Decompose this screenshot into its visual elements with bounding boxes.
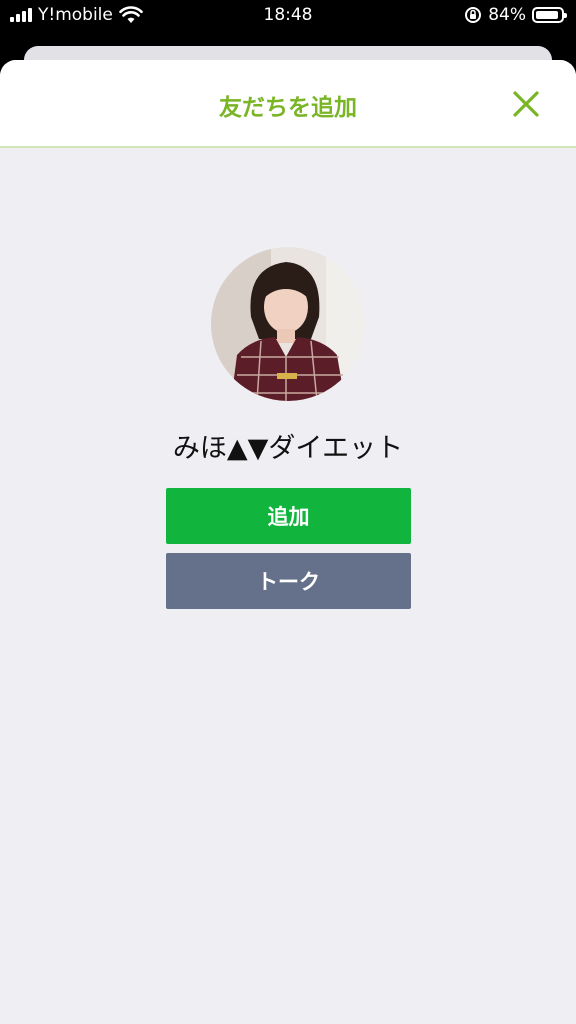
sheet-title: 友だちを追加	[219, 95, 357, 121]
status-right: 84%	[464, 5, 567, 25]
profile-name: みほ▲▼ダイエット	[172, 433, 404, 464]
battery-icon	[532, 7, 567, 23]
avatar[interactable]	[211, 247, 365, 401]
close-button[interactable]	[512, 90, 540, 118]
add-friend-sheet: 友だちを追加 みほ▲▼ダイエット 追加 トーク	[0, 60, 576, 1024]
battery-percent: 84%	[488, 5, 526, 25]
orientation-lock-icon	[465, 7, 482, 23]
close-icon	[513, 91, 539, 117]
talk-button[interactable]: トーク	[166, 553, 411, 609]
add-friend-button[interactable]: 追加	[166, 488, 411, 544]
sheet-header: 友だちを追加	[0, 60, 576, 148]
status-bar: Y!mobile 18:48 84%	[0, 0, 576, 34]
avatar-photo	[211, 247, 365, 401]
